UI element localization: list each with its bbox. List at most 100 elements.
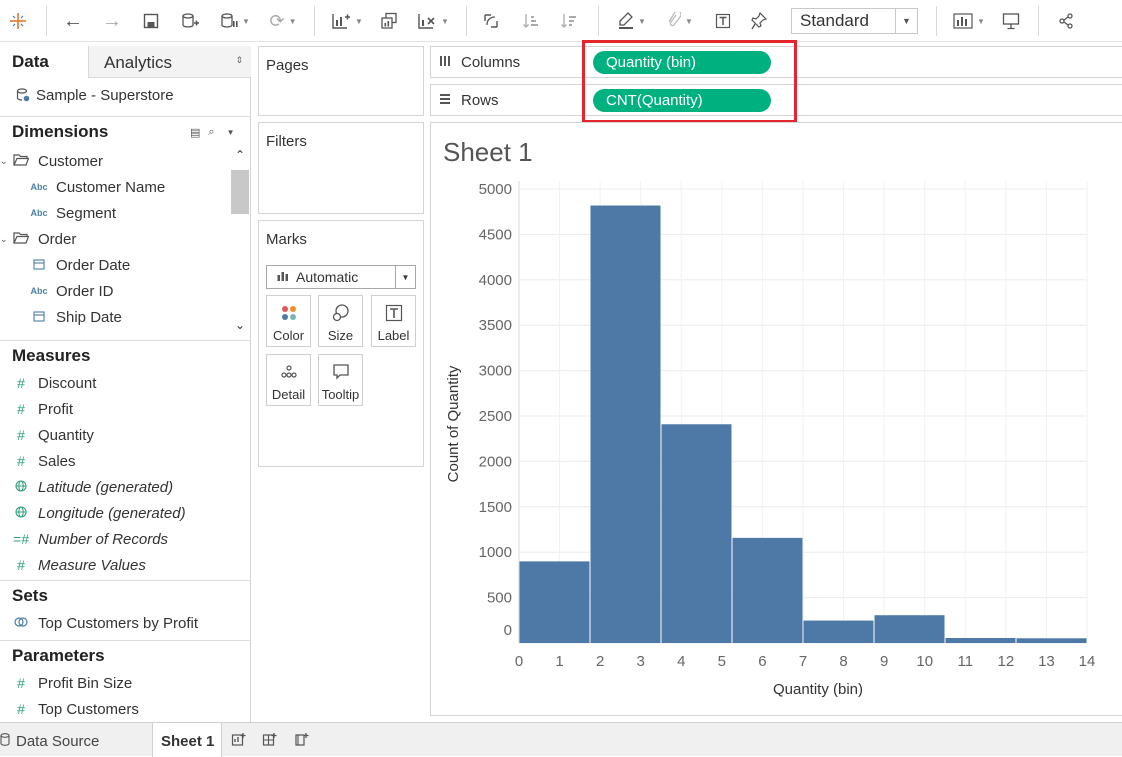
presentation-mode-icon[interactable]: [998, 7, 1024, 35]
new-story-icon[interactable]: [294, 732, 310, 751]
histogram-bar[interactable]: [590, 205, 661, 643]
group-members-icon[interactable]: ▼: [660, 7, 700, 35]
pause-updates-icon[interactable]: ▼: [216, 7, 254, 35]
measure-quantity[interactable]: # Quantity: [12, 422, 94, 448]
redo-icon[interactable]: →: [99, 7, 125, 35]
histogram-bar[interactable]: [874, 615, 945, 643]
measure-number-of-records[interactable]: =# Number of Records: [12, 526, 168, 552]
new-datasource-icon[interactable]: [178, 7, 202, 35]
set-icon: [12, 616, 30, 631]
measure-longitude[interactable]: Longitude (generated): [12, 500, 186, 526]
histogram-bar[interactable]: [519, 561, 590, 643]
x-tick-label: 2: [596, 653, 604, 670]
view-as-list-icon[interactable]: ▤: [190, 126, 200, 139]
parameter-top-customers[interactable]: # Top Customers: [12, 696, 139, 722]
histogram-bar[interactable]: [732, 537, 803, 643]
mark-type-value: Automatic: [296, 269, 359, 285]
marks-label-button[interactable]: Label: [371, 295, 416, 347]
duplicate-sheet-icon[interactable]: [376, 7, 402, 35]
dim-field-ship-date[interactable]: Ship Date: [30, 304, 122, 330]
dimensions-scrollbar[interactable]: ⌃ ⌄: [231, 148, 249, 338]
tab-data-source[interactable]: Data Source: [0, 723, 99, 757]
scroll-down-icon[interactable]: ⌄: [235, 318, 245, 332]
share-icon[interactable]: [1053, 7, 1079, 35]
scroll-up-icon[interactable]: ⌃: [235, 148, 245, 162]
dim-folder-customer[interactable]: ⌄ Customer: [0, 148, 103, 174]
refresh-icon[interactable]: ⟳ ▼: [263, 7, 303, 35]
sort-ascending-icon[interactable]: [518, 7, 544, 35]
filters-card[interactable]: Filters: [258, 122, 424, 214]
marks-tooltip-button[interactable]: Tooltip: [318, 354, 363, 406]
sort-arrows-icon[interactable]: ⇕: [235, 55, 243, 66]
new-dashboard-icon[interactable]: [262, 732, 278, 751]
number-type-icon: #: [17, 675, 25, 691]
string-type-icon: Abc: [30, 208, 48, 218]
histogram-bar[interactable]: [803, 620, 874, 643]
measure-sales[interactable]: # Sales: [12, 448, 75, 474]
mark-type-select[interactable]: Automatic ▼: [266, 265, 416, 289]
x-tick-label: 13: [1038, 653, 1055, 670]
highlight-icon[interactable]: ▼: [612, 7, 652, 35]
x-tick-label: 11: [957, 653, 973, 670]
show-mark-labels-icon[interactable]: [710, 7, 736, 35]
histogram-bar[interactable]: [661, 424, 732, 643]
show-me-icon[interactable]: ▼: [948, 7, 990, 35]
columns-label: Columns: [439, 54, 520, 71]
caret-down-icon[interactable]: ⌄: [0, 234, 12, 245]
fit-view-select[interactable]: Standard ▼: [791, 8, 918, 34]
x-tick-label: 5: [718, 653, 726, 670]
tableau-logo-icon[interactable]: [6, 7, 30, 35]
pages-card[interactable]: Pages: [258, 46, 424, 116]
undo-icon[interactable]: ←: [60, 7, 86, 35]
x-tick-label: 4: [677, 653, 685, 670]
marks-color-button[interactable]: Color: [266, 295, 311, 347]
caret-down-icon[interactable]: ⌄: [0, 156, 12, 167]
y-tick-label: 0: [504, 622, 512, 639]
dim-field-order-date[interactable]: Order Date: [30, 252, 130, 278]
tab-analytics[interactable]: Analytics ⇕: [88, 46, 251, 78]
y-tick-label: 500: [487, 590, 512, 607]
tab-sheet-1[interactable]: Sheet 1: [152, 723, 222, 757]
measure-discount[interactable]: # Discount: [12, 370, 96, 396]
dimensions-tools: ▤ ⌕ ▼: [190, 126, 235, 139]
swap-rows-columns-icon[interactable]: [478, 7, 504, 35]
set-top-customers-by-profit[interactable]: Top Customers by Profit: [12, 610, 198, 636]
marks-detail-button[interactable]: Detail: [266, 354, 311, 406]
y-tick-label: 5000: [479, 181, 512, 198]
menu-chevron-down-icon[interactable]: ▼: [227, 128, 235, 139]
dim-field-segment[interactable]: Abc Segment: [30, 200, 116, 226]
histogram-chart[interactable]: 0 500 1000 1500 2000 2500 3000 3500 4000 4500 5000…: [431, 123, 1122, 717]
data-pane: Data Analytics ⇕ Sample - Superstore Dim…: [0, 46, 251, 722]
number-type-icon: #: [17, 701, 25, 717]
marks-size-button[interactable]: Size: [318, 295, 363, 347]
dim-field-order-id[interactable]: Abc Order ID: [30, 278, 113, 304]
chevron-down-icon: ▼: [395, 266, 415, 288]
scrollbar-thumb[interactable]: [231, 170, 249, 214]
sheet-title[interactable]: Sheet 1: [443, 137, 533, 168]
histogram-bar[interactable]: [945, 638, 1016, 643]
datasource-item[interactable]: Sample - Superstore: [0, 82, 251, 108]
new-worksheet-icon[interactable]: ▼: [326, 7, 368, 35]
y-tick-label: 1000: [479, 544, 512, 561]
y-axis-title: Count of Quantity: [445, 365, 462, 482]
measure-profit[interactable]: # Profit: [12, 396, 73, 422]
parameter-profit-bin-size[interactable]: # Profit Bin Size: [12, 670, 132, 696]
rows-icon: [439, 93, 451, 108]
tab-data[interactable]: Data: [0, 46, 88, 78]
clear-sheet-icon[interactable]: ▼: [412, 7, 454, 35]
measure-latitude[interactable]: Latitude (generated): [12, 474, 173, 500]
search-icon[interactable]: ⌕: [208, 126, 214, 139]
dim-field-customer-name[interactable]: Abc Customer Name: [30, 174, 165, 200]
tab-analytics-label: Analytics: [104, 53, 173, 72]
pane-tabs: Data Analytics ⇕: [0, 46, 251, 78]
save-icon[interactable]: [139, 7, 163, 35]
y-tick-label: 2500: [479, 408, 512, 425]
new-worksheet-icon[interactable]: [231, 732, 247, 751]
y-tick-label: 3500: [479, 317, 512, 334]
fix-axes-icon[interactable]: [746, 7, 772, 35]
dim-folder-order[interactable]: ⌄ Order: [0, 226, 76, 252]
x-axis-title: Quantity (bin): [773, 681, 863, 698]
measure-measure-values[interactable]: # Measure Values: [12, 552, 146, 578]
sort-descending-icon[interactable]: [556, 7, 582, 35]
histogram-bar[interactable]: [1016, 638, 1087, 643]
